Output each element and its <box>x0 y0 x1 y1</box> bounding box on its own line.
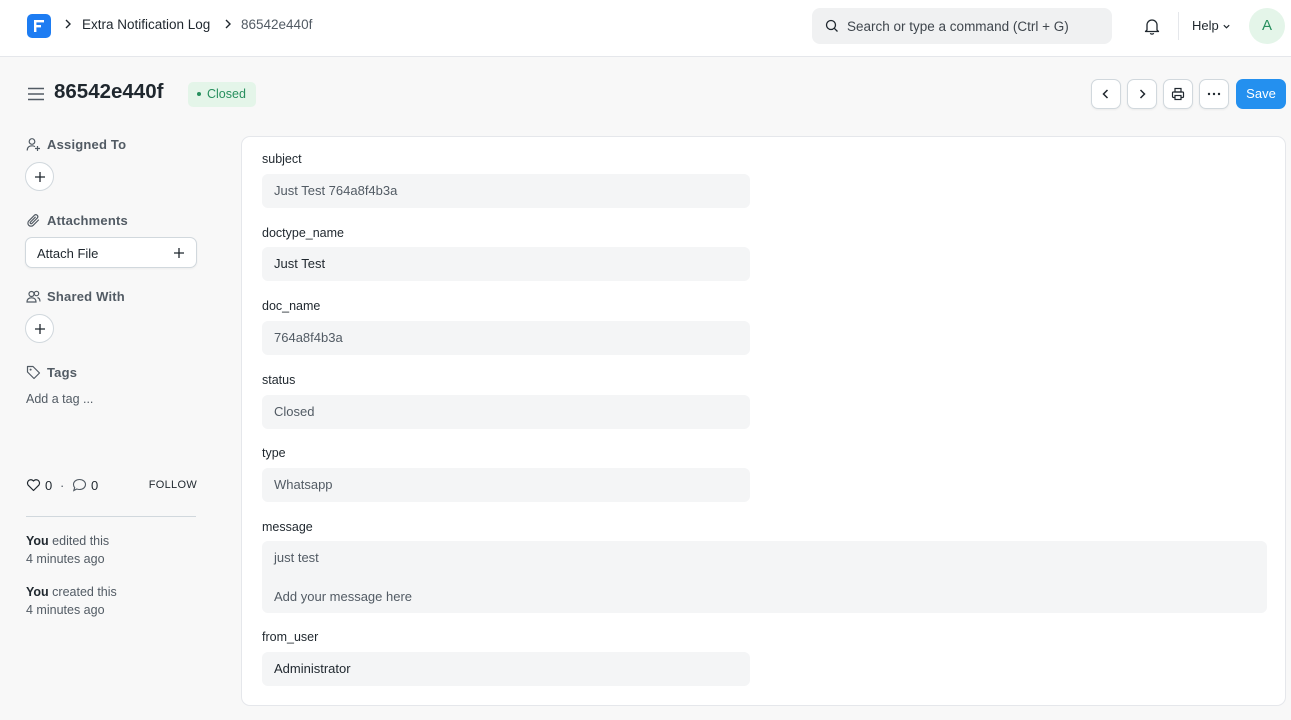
users-icon <box>26 290 41 303</box>
follow-button[interactable]: FOLLOW <box>149 479 197 491</box>
stats-separator: · <box>60 478 65 493</box>
shared-with-section: Shared With <box>26 289 125 304</box>
save-button[interactable]: Save <box>1236 79 1286 109</box>
paperclip-icon <box>27 213 40 227</box>
heart-icon <box>26 479 41 492</box>
field-label-from-user: from_user <box>262 630 319 644</box>
activity-actor: You <box>26 585 49 599</box>
attachments-section: Attachments <box>26 213 128 228</box>
like-button[interactable]: 0 <box>26 478 52 493</box>
field-label-doc-name: doc_name <box>262 299 321 313</box>
page-title: 86542e440f <box>54 80 164 103</box>
printer-icon <box>1171 87 1185 101</box>
tags-label: Tags <box>47 365 78 380</box>
form-card: subject Just Test 764a8f4b3a doctype_nam… <box>241 136 1286 706</box>
user-avatar[interactable]: A <box>1249 8 1285 44</box>
field-label-subject: subject <box>262 152 302 166</box>
message-placeholder: Add your message here <box>274 589 413 604</box>
chevron-right-icon <box>225 19 231 29</box>
previous-doc-button[interactable] <box>1091 79 1121 109</box>
bell-icon[interactable] <box>1142 16 1162 36</box>
attach-file-button[interactable]: Attach File <box>25 237 197 268</box>
type-field: Whatsapp <box>262 468 750 502</box>
more-horizontal-icon <box>1207 92 1221 96</box>
add-tag-link[interactable]: Add a tag ... <box>26 392 93 406</box>
status-dot <box>197 91 201 96</box>
search-icon <box>825 19 838 32</box>
subject-value: Just Test 764a8f4b3a <box>274 183 398 198</box>
user-add-icon <box>26 137 40 151</box>
doc-name-field: 764a8f4b3a <box>262 321 750 355</box>
comment-icon <box>72 479 87 492</box>
attachments-label: Attachments <box>47 213 128 228</box>
activity-time: 4 minutes ago <box>26 552 105 566</box>
sidebar-divider <box>26 516 196 517</box>
sidebar-toggle-icon[interactable] <box>27 87 45 101</box>
status-label: Closed <box>207 87 246 101</box>
activity-action: edited this <box>52 534 110 548</box>
attach-file-label: Attach File <box>37 246 99 261</box>
help-dropdown[interactable]: Help <box>1192 18 1231 33</box>
plus-icon <box>34 323 45 334</box>
plus-icon <box>34 171 45 182</box>
from-user-value: Administrator <box>274 661 351 676</box>
assigned-to-section: Assigned To <box>26 137 126 152</box>
type-value: Whatsapp <box>274 477 333 492</box>
plus-icon <box>174 248 184 258</box>
field-label-status: status <box>262 373 296 387</box>
activity-time: 4 minutes ago <box>26 603 105 617</box>
add-assignee-button[interactable] <box>25 162 54 191</box>
doc-name-value: 764a8f4b3a <box>274 330 343 345</box>
app-logo[interactable] <box>27 14 51 38</box>
next-doc-button[interactable] <box>1127 79 1157 109</box>
chevron-left-icon <box>1102 89 1109 99</box>
field-label-doctype-name: doctype_name <box>262 226 345 240</box>
chevron-right-icon <box>1139 89 1146 99</box>
navbar: Extra Notification Log 86542e440f Help A <box>0 0 1291 57</box>
status-badge: Closed <box>188 82 256 107</box>
print-button[interactable] <box>1163 79 1193 109</box>
activity-item: You created this 4 minutes ago <box>26 583 117 619</box>
navbar-divider <box>1178 12 1179 40</box>
field-label-type: type <box>262 446 286 460</box>
doc-stats: 0 · 0 FOLLOW <box>26 478 197 494</box>
activity-item: You edited this 4 minutes ago <box>26 532 109 568</box>
doctype-name-field[interactable]: Just Test <box>262 247 750 281</box>
message-field[interactable]: just test Add your message here <box>262 541 1267 613</box>
help-label: Help <box>1192 18 1219 33</box>
activity-action: created this <box>52 585 117 599</box>
add-share-button[interactable] <box>25 314 54 343</box>
breadcrumb-document[interactable]: 86542e440f <box>241 17 312 32</box>
more-actions-button[interactable] <box>1199 79 1229 109</box>
doctype-name-value: Just Test <box>274 256 326 271</box>
comment-count: 0 <box>91 478 99 493</box>
chevron-down-icon <box>1223 24 1230 29</box>
status-field: Closed <box>262 395 750 429</box>
subject-field: Just Test 764a8f4b3a <box>262 174 750 208</box>
field-label-message: message <box>262 520 313 534</box>
breadcrumb-doctype[interactable]: Extra Notification Log <box>82 17 210 32</box>
assigned-to-label: Assigned To <box>47 137 127 152</box>
like-count: 0 <box>45 478 53 493</box>
shared-with-label: Shared With <box>47 289 125 304</box>
message-value: just test <box>274 550 319 565</box>
comments-link[interactable]: 0 <box>72 478 98 493</box>
frappe-logo-icon <box>34 20 44 32</box>
tag-icon <box>26 365 41 379</box>
status-value: Closed <box>274 404 315 419</box>
tags-section: Tags <box>26 365 77 380</box>
activity-actor: You <box>26 534 49 548</box>
search-bar[interactable] <box>812 8 1112 44</box>
from-user-field[interactable]: Administrator <box>262 652 750 686</box>
search-input[interactable] <box>847 8 1102 44</box>
chevron-right-icon <box>65 19 71 29</box>
